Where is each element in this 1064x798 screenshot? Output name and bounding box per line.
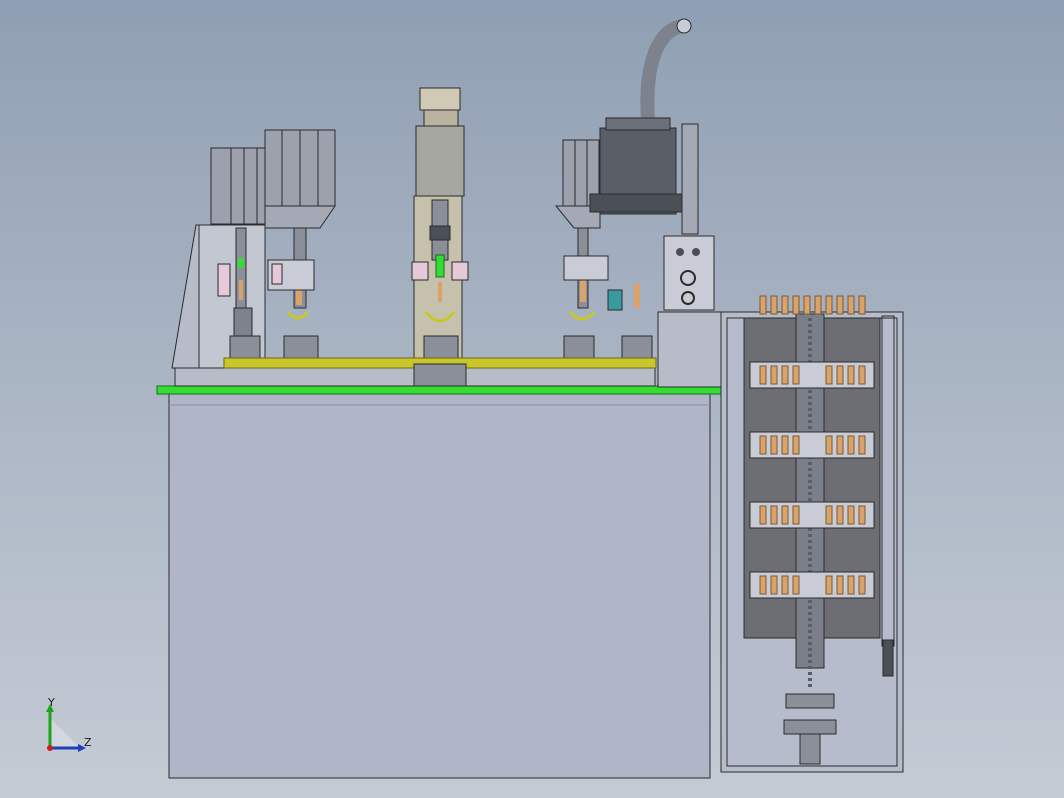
copper-part xyxy=(825,365,833,385)
copper-part xyxy=(825,575,833,595)
control-box[interactable] xyxy=(663,235,715,311)
copper-part xyxy=(759,435,767,455)
copper-part xyxy=(836,435,844,455)
y-axis-label: Y xyxy=(48,696,55,709)
copper-part xyxy=(858,575,866,595)
copper-part xyxy=(770,505,778,525)
center-hub[interactable] xyxy=(413,363,467,387)
copper-part xyxy=(847,505,855,525)
z-axis-label: Z xyxy=(84,736,92,749)
copper-part xyxy=(759,365,767,385)
copper-part xyxy=(847,575,855,595)
copper-part xyxy=(858,365,866,385)
copper-part xyxy=(792,295,800,315)
copper-part xyxy=(792,575,800,595)
copper-part xyxy=(847,365,855,385)
copper-part xyxy=(825,505,833,525)
copper-part xyxy=(847,435,855,455)
copper-part xyxy=(792,365,800,385)
cad-viewport[interactable]: Y Z xyxy=(0,0,1064,798)
machine-drawing xyxy=(156,18,904,779)
right-support-block[interactable] xyxy=(657,311,723,388)
copper-part xyxy=(759,505,767,525)
copper-part xyxy=(836,365,844,385)
copper-part xyxy=(803,295,811,315)
axis-triad: Y Z xyxy=(40,696,100,758)
copper-part xyxy=(825,435,833,455)
copper-part xyxy=(781,435,789,455)
copper-part xyxy=(770,435,778,455)
copper-part xyxy=(781,575,789,595)
copper-part xyxy=(770,575,778,595)
main-cabinet[interactable] xyxy=(168,392,711,779)
copper-part xyxy=(792,505,800,525)
copper-part xyxy=(792,435,800,455)
center-station[interactable] xyxy=(411,87,469,362)
copper-part xyxy=(836,505,844,525)
copper-part xyxy=(858,435,866,455)
servo-motor[interactable] xyxy=(589,18,699,235)
copper-part xyxy=(759,575,767,595)
copper-part xyxy=(858,295,866,315)
copper-part xyxy=(836,575,844,595)
copper-part xyxy=(781,365,789,385)
copper-part xyxy=(836,295,844,315)
copper-part xyxy=(858,505,866,525)
copper-part xyxy=(781,505,789,525)
copper-part xyxy=(781,295,789,315)
copper-part xyxy=(770,295,778,315)
green-tabletop[interactable] xyxy=(156,385,723,395)
copper-part xyxy=(759,295,767,315)
copper-part xyxy=(847,295,855,315)
copper-part xyxy=(770,365,778,385)
copper-part xyxy=(825,295,833,315)
copper-part xyxy=(814,295,822,315)
